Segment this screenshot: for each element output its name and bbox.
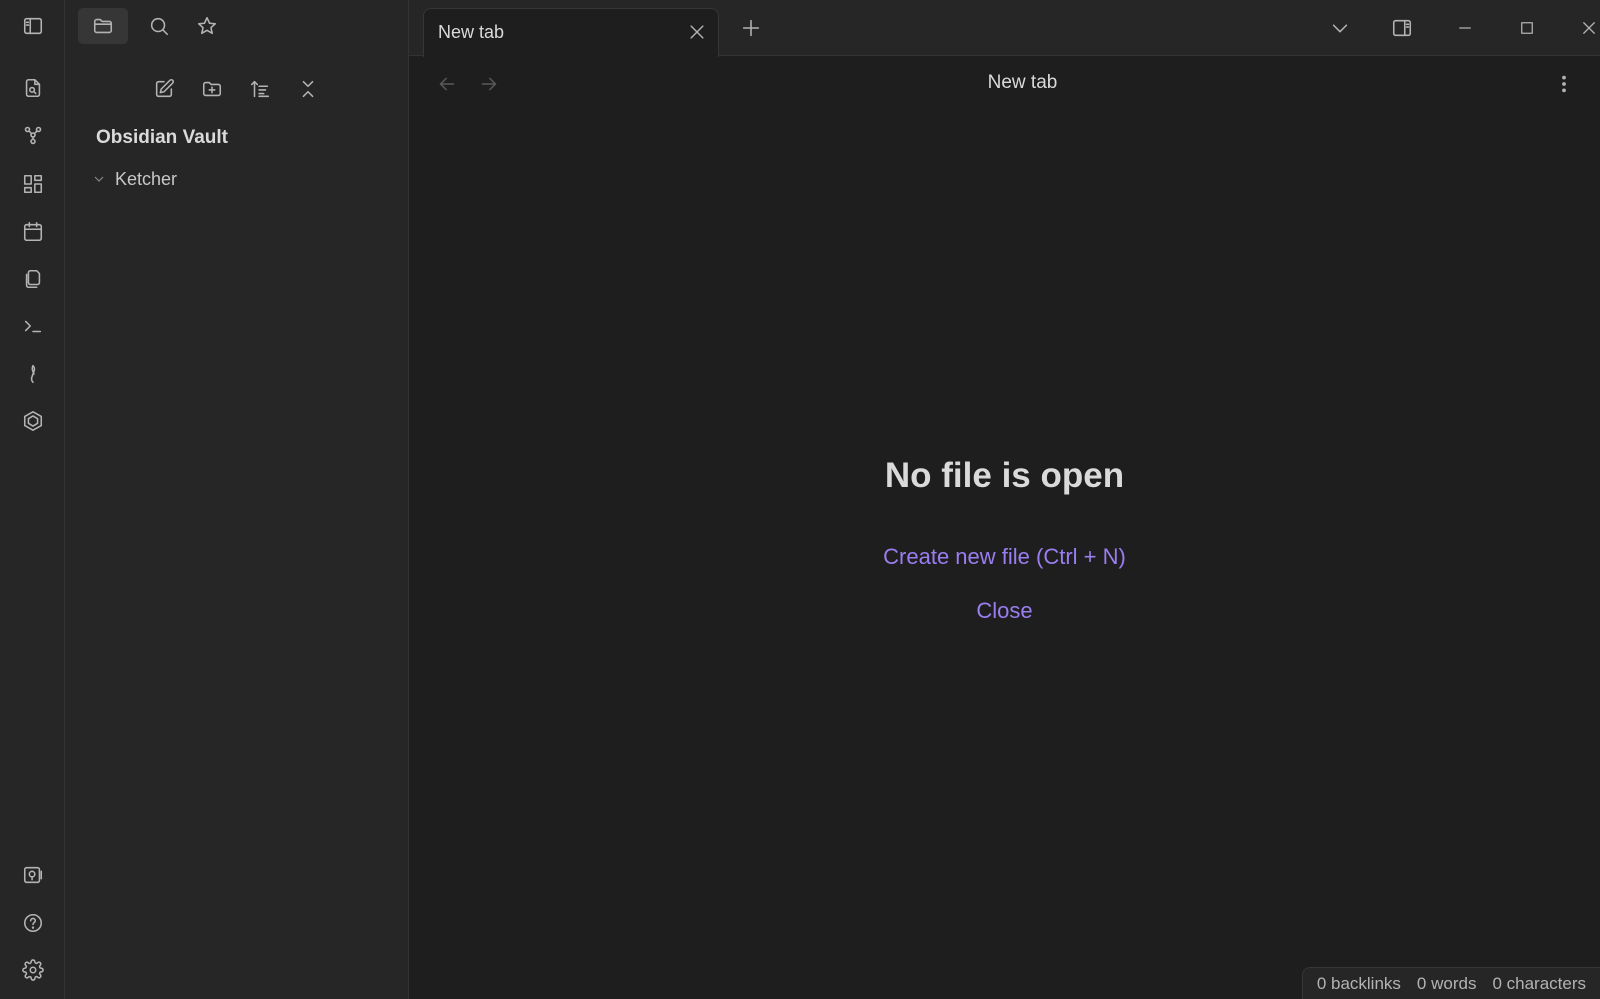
empty-state-heading: No file is open: [884, 456, 1125, 495]
close-tab-icon[interactable]: [686, 21, 708, 43]
view-header: New tab: [409, 56, 1600, 112]
tab-bar: New tab: [409, 0, 1600, 57]
maximize-window-icon[interactable]: [1513, 14, 1541, 42]
new-tab-plus-icon[interactable]: [737, 14, 765, 42]
chevron-down-icon[interactable]: [91, 171, 107, 187]
close-window-icon[interactable]: [1575, 14, 1600, 42]
view-title: New tab: [987, 72, 1058, 93]
toggle-left-sidebar-icon[interactable]: [19, 12, 47, 40]
file-explorer-sidebar: Obsidian Vault Ketcher: [65, 0, 409, 999]
more-options-icon[interactable]: [1550, 70, 1578, 98]
settings-gear-icon[interactable]: [19, 956, 47, 984]
folder-item-ketcher[interactable]: Ketcher: [91, 166, 177, 192]
new-folder-icon[interactable]: [197, 74, 227, 104]
backlinks-count[interactable]: 0 backlinks: [1317, 974, 1401, 994]
toggle-right-sidebar-icon[interactable]: [1388, 14, 1416, 42]
tab-new-tab[interactable]: New tab: [423, 8, 719, 57]
create-new-file-link[interactable]: Create new file (Ctrl + N): [409, 544, 1600, 570]
search-tab-icon[interactable]: [134, 8, 184, 44]
sort-order-icon[interactable]: [245, 74, 275, 104]
new-note-icon[interactable]: [149, 74, 179, 104]
calendar-icon[interactable]: [19, 218, 47, 246]
ketcher-icon[interactable]: [19, 360, 47, 388]
command-palette-icon[interactable]: [19, 312, 47, 340]
templates-icon[interactable]: [19, 265, 47, 293]
ribbon: [0, 0, 65, 999]
close-link[interactable]: Close: [409, 598, 1600, 624]
collapse-all-icon[interactable]: [293, 74, 323, 104]
files-tab-folder-icon[interactable]: [78, 8, 128, 44]
vault-switcher-icon[interactable]: [19, 861, 47, 889]
graph-view-icon[interactable]: [19, 121, 47, 149]
empty-state: No file is open Create new file (Ctrl + …: [409, 112, 1600, 952]
vault-name[interactable]: Obsidian Vault: [96, 127, 228, 149]
quick-switcher-icon[interactable]: [19, 74, 47, 102]
minimize-window-icon[interactable]: [1451, 14, 1479, 42]
word-count: 0 words: [1416, 973, 1477, 993]
canvas-icon[interactable]: [19, 170, 47, 198]
publish-icon[interactable]: [19, 407, 47, 435]
tab-label: New tab: [438, 22, 505, 42]
status-bar: 0 backlinks 0 words 0 characters: [1301, 967, 1600, 999]
folder-label: Ketcher: [115, 168, 178, 189]
tab-list-chevron-down-icon[interactable]: [1326, 14, 1354, 42]
character-count: 0 characters: [1492, 973, 1586, 993]
help-icon[interactable]: [19, 909, 47, 937]
bookmarks-star-icon[interactable]: [182, 8, 232, 44]
